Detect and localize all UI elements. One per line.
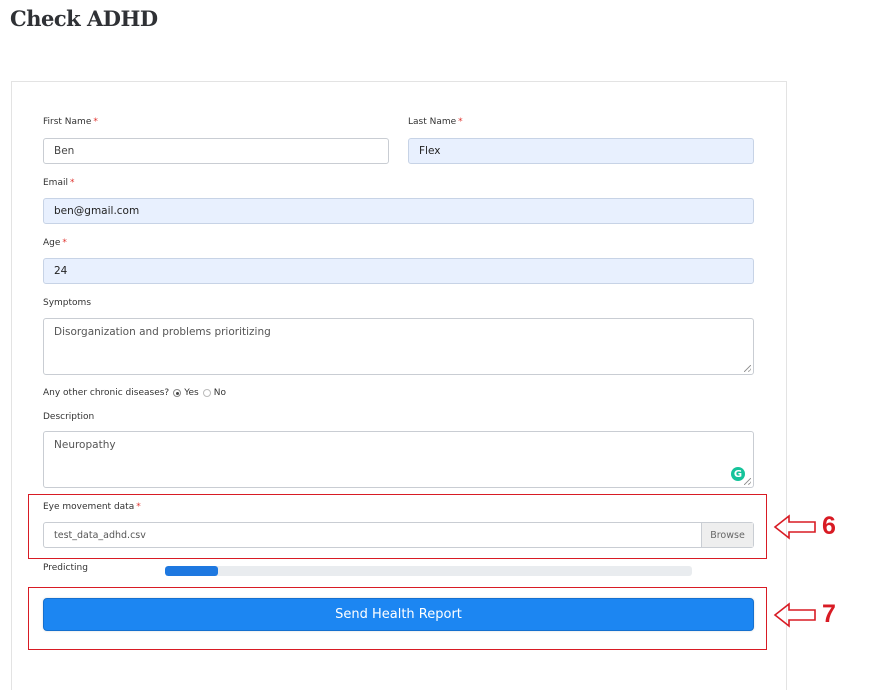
radio-no-label[interactable]: No	[214, 388, 226, 398]
chronic-diseases-row: Any other chronic diseases? Yes No	[43, 388, 226, 398]
progress-label: Predicting	[43, 563, 88, 573]
required-asterisk: *	[62, 238, 67, 248]
page-title: Check ADHD	[10, 6, 158, 31]
prediction-progress-bar	[165, 566, 692, 576]
email-value: ben@gmail.com	[54, 205, 140, 217]
chronic-diseases-question: Any other chronic diseases?	[43, 388, 170, 398]
resize-handle-icon[interactable]	[744, 365, 751, 372]
description-value: Neuropathy	[54, 439, 116, 451]
required-asterisk: *	[93, 117, 98, 127]
annotation-number-7: 7	[822, 600, 836, 628]
symptoms-textarea[interactable]: Disorganization and problems prioritizin…	[43, 318, 754, 375]
last-name-label: Last Name *	[408, 117, 463, 127]
progress-fill	[165, 566, 218, 576]
required-asterisk: *	[458, 117, 463, 127]
radio-no[interactable]	[202, 389, 211, 397]
symptoms-value: Disorganization and problems prioritizin…	[54, 326, 271, 338]
grammarly-icon[interactable]: G	[731, 467, 745, 481]
description-textarea[interactable]: Neuropathy G	[43, 431, 754, 488]
symptoms-label: Symptoms	[43, 298, 92, 308]
left-arrow-icon	[773, 514, 816, 540]
annotation-box-submit	[28, 587, 767, 650]
annotation-number-6: 6	[822, 512, 836, 540]
radio-yes-label[interactable]: Yes	[184, 388, 199, 398]
left-arrow-icon	[773, 602, 816, 628]
first-name-input[interactable]: Ben	[43, 138, 389, 164]
resize-handle-icon[interactable]	[744, 478, 751, 485]
email-input[interactable]: ben@gmail.com	[43, 198, 754, 224]
age-value: 24	[54, 265, 68, 277]
description-label: Description	[43, 412, 95, 422]
email-label: Email *	[43, 178, 75, 188]
first-name-value: Ben	[54, 145, 75, 157]
age-input[interactable]: 24	[43, 258, 754, 284]
first-name-label: First Name *	[43, 117, 98, 127]
last-name-input[interactable]: Flex	[408, 138, 754, 164]
last-name-value: Flex	[419, 145, 441, 157]
radio-yes[interactable]	[173, 389, 182, 397]
age-label: Age *	[43, 238, 67, 248]
annotation-box-eye-data	[28, 494, 767, 559]
required-asterisk: *	[69, 178, 75, 188]
